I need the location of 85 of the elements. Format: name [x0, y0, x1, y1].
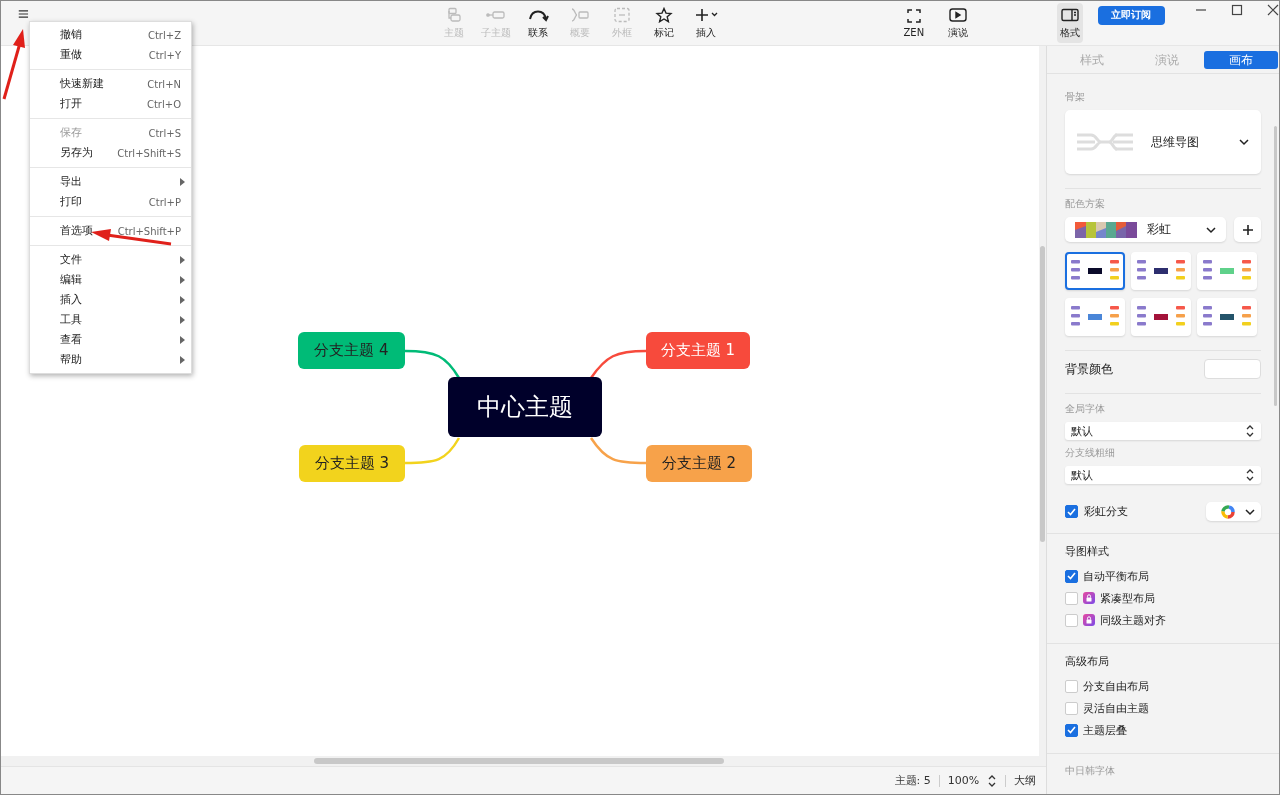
menu-item[interactable]: 打印 Ctrl+P — [30, 192, 191, 212]
submenu-arrow-icon — [180, 276, 185, 284]
branch-line — [405, 437, 461, 465]
close-icon[interactable] — [1267, 4, 1279, 16]
submenu-arrow-icon — [180, 178, 185, 186]
section-title: 导图样式 — [1065, 544, 1111, 559]
topic-count: 主题: 5 — [894, 773, 931, 788]
field-label: 全局字体 — [1065, 402, 1107, 416]
menu-item[interactable]: 插入 — [30, 290, 191, 310]
option-label: 同级主题对齐 — [1100, 612, 1167, 628]
checkbox[interactable] — [1065, 505, 1079, 518]
panel-tab[interactable]: 画布 — [1203, 51, 1278, 69]
branch-line — [590, 349, 647, 379]
toolbar-button[interactable]: 标记 — [642, 3, 685, 43]
toolbar-button[interactable]: 插入 — [684, 3, 727, 43]
plus-icon — [1241, 223, 1254, 236]
chevron-down-icon — [1206, 225, 1216, 234]
theme-thumbnail[interactable] — [1131, 298, 1192, 336]
menu-item[interactable]: 导出 — [30, 172, 191, 192]
checkbox[interactable] — [1065, 723, 1079, 737]
branch-topic[interactable]: 分支主题 1 — [646, 332, 750, 369]
central-topic[interactable]: 中心主题 — [448, 377, 602, 437]
menu-item[interactable]: 帮助 — [30, 350, 191, 370]
toolbar-button[interactable]: 演说 — [936, 3, 979, 43]
section-label: 骨架 — [1065, 90, 1087, 104]
add-scheme-button[interactable] — [1234, 217, 1261, 242]
branch-topic[interactable]: 分支主题 2 — [646, 445, 752, 482]
maximize-icon[interactable] — [1231, 4, 1243, 16]
section-title: 高级布局 — [1065, 654, 1111, 669]
submenu-arrow-icon — [180, 316, 185, 324]
menu-item[interactable]: 打开 Ctrl+O — [30, 94, 191, 114]
chevron-down-icon — [1239, 138, 1249, 146]
theme-thumbnail[interactable] — [1065, 298, 1126, 336]
format-button[interactable]: 格式 — [1056, 3, 1083, 43]
menu-item[interactable]: 快速新建 Ctrl+N — [30, 74, 191, 94]
submenu-arrow-icon — [180, 256, 185, 264]
menu-item[interactable]: 另存为 Ctrl+Shift+S — [30, 143, 191, 163]
branch-topic[interactable]: 分支主题 3 — [299, 445, 405, 482]
checkbox[interactable] — [1065, 569, 1079, 583]
menu-item[interactable]: 工具 — [30, 310, 191, 330]
option-label: 自动平衡布局 — [1083, 568, 1150, 584]
rainbow-color-dropdown[interactable] — [1206, 502, 1261, 521]
color-wheel-icon — [1221, 504, 1235, 519]
line-width-select[interactable]: 默认 — [1065, 466, 1261, 484]
theme-thumbnail[interactable] — [1065, 252, 1126, 290]
branch-line — [405, 349, 461, 379]
field-label: 中日韩字体 — [1065, 764, 1117, 778]
field-label: 分支线粗细 — [1065, 446, 1117, 460]
theme-thumbnail[interactable] — [1131, 252, 1192, 290]
background-color-label: 背景颜色 — [1065, 360, 1114, 378]
menu-item[interactable]: 文件 — [30, 250, 191, 270]
color-scheme-dropdown[interactable]: 彩虹 — [1065, 217, 1226, 242]
theme-thumbnail[interactable] — [1197, 298, 1258, 336]
submenu-arrow-icon — [180, 356, 185, 364]
menu-item[interactable]: 编辑 — [30, 270, 191, 290]
option-label: 彩虹分支 — [1084, 504, 1129, 519]
option-label: 主题层叠 — [1083, 722, 1128, 738]
toolbar-button[interactable]: ZEN — [892, 3, 935, 43]
section-label: 配色方案 — [1065, 197, 1107, 211]
toolbar-button[interactable]: 联系 — [516, 3, 559, 43]
option-label: 分支自由布局 — [1083, 678, 1150, 694]
subscribe-button[interactable]: 立即订阅 — [1097, 5, 1165, 25]
submenu-arrow-icon — [180, 336, 185, 344]
stepper-icon — [1245, 468, 1255, 482]
menu-item[interactable]: 首选项 Ctrl+Shift+P — [30, 221, 191, 241]
menu-icon[interactable] — [18, 8, 29, 20]
menu-item[interactable]: 撤销 Ctrl+Z — [30, 25, 191, 45]
menu-item[interactable]: 查看 — [30, 330, 191, 350]
stepper-icon[interactable] — [987, 773, 998, 788]
skeleton-dropdown[interactable]: 思维导图 — [1065, 110, 1261, 174]
chevron-down-icon — [1245, 507, 1255, 516]
zoom-level[interactable]: 100% — [947, 774, 980, 787]
branch-topic[interactable]: 分支主题 4 — [298, 332, 405, 369]
outline-button[interactable]: 大纲 — [1014, 773, 1037, 788]
font-select[interactable]: 默认 — [1065, 422, 1261, 440]
color-palette-icon — [1075, 221, 1138, 238]
branch-line — [589, 437, 646, 465]
menu-item[interactable]: 重做 Ctrl+Y — [30, 45, 191, 65]
submenu-arrow-icon — [180, 296, 185, 304]
option-label: 灵活自由主题 — [1083, 700, 1150, 716]
mind-map-icon — [1077, 131, 1134, 153]
stepper-icon — [1245, 424, 1255, 438]
theme-thumbnail[interactable] — [1197, 252, 1258, 290]
option-label: 紧凑型布局 — [1100, 590, 1156, 606]
color-swatch[interactable] — [1204, 359, 1261, 379]
